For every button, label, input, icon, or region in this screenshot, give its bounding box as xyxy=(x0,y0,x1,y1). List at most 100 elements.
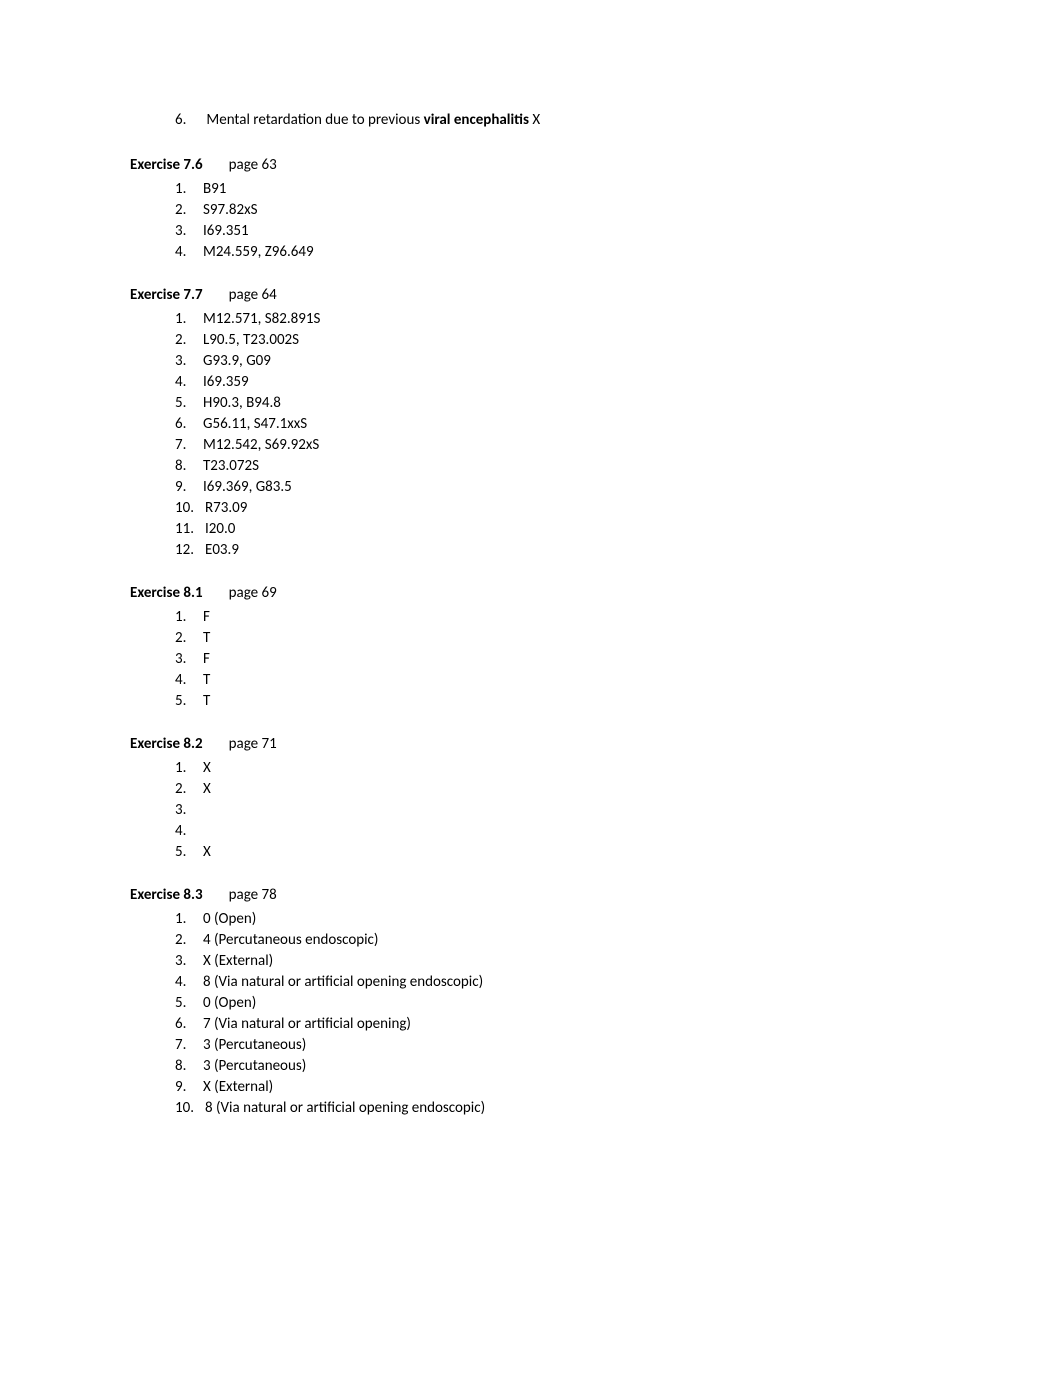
list-item: 4. xyxy=(175,821,962,842)
list-number: 10. xyxy=(175,1098,205,1119)
exercise-page-ref: page 69 xyxy=(229,584,277,602)
answer-list: 1.X2.X3.4.5.X xyxy=(175,758,962,863)
list-item: 5.H90.3, B94.8 xyxy=(175,393,962,414)
list-number: 3. xyxy=(175,649,203,670)
list-item: 3. xyxy=(175,800,962,821)
list-item: 2.L90.5, T23.002S xyxy=(175,330,962,351)
list-value: T xyxy=(203,692,210,710)
list-number: 9. xyxy=(175,1077,203,1098)
list-text-after: X xyxy=(529,111,540,129)
exercise-block: Exercise 8.3page 781.0 (Open)2.4 (Percut… xyxy=(130,885,962,1119)
list-item: 2.S97.82xS xyxy=(175,200,962,221)
list-value: X xyxy=(203,843,211,861)
list-number: 5. xyxy=(175,691,203,712)
document-page: 6. Mental retardation due to previous vi… xyxy=(0,0,1062,1377)
list-value: M24.559, Z96.649 xyxy=(203,243,314,261)
list-item: 1.X xyxy=(175,758,962,779)
exercise-title: Exercise 7.7 xyxy=(130,286,203,304)
list-value: I20.0 xyxy=(205,520,235,538)
list-item: 11.I20.0 xyxy=(175,519,962,540)
list-number: 4. xyxy=(175,242,203,263)
list-item: 10.R73.09 xyxy=(175,498,962,519)
list-item: 7.M12.542, S69.92xS xyxy=(175,435,962,456)
exercise-block: Exercise 8.2page 711.X2.X3.4.5.X xyxy=(130,734,962,863)
list-item: 9.X (External) xyxy=(175,1077,962,1098)
list-value: I69.351 xyxy=(203,222,249,240)
exercise-header: Exercise 8.1page 69 xyxy=(130,583,962,604)
answer-list: 1.0 (Open)2.4 (Percutaneous endoscopic)3… xyxy=(175,909,962,1119)
list-value: S97.82xS xyxy=(203,201,257,219)
leading-list-item: 6. Mental retardation due to previous vi… xyxy=(175,110,962,131)
list-value: 0 (Open) xyxy=(203,994,256,1012)
answer-list: 1.M12.571, S82.891S2.L90.5, T23.002S3.G9… xyxy=(175,309,962,561)
list-number: 4. xyxy=(175,372,203,393)
exercise-title: Exercise 7.6 xyxy=(130,156,203,174)
list-number: 8. xyxy=(175,456,203,477)
list-value: 7 (Via natural or artificial opening) xyxy=(203,1015,411,1033)
exercise-header: Exercise 8.2page 71 xyxy=(130,734,962,755)
list-number: 3. xyxy=(175,221,203,242)
list-value: 4 (Percutaneous endoscopic) xyxy=(203,931,378,949)
list-item: 5.T xyxy=(175,691,962,712)
list-value: I69.369, G83.5 xyxy=(203,478,292,496)
list-item: 1.B91 xyxy=(175,179,962,200)
list-number: 5. xyxy=(175,842,203,863)
list-number: 6. xyxy=(175,1014,203,1035)
answer-list: 1.F2.T3.F4.T5.T xyxy=(175,607,962,712)
list-value: 0 (Open) xyxy=(203,910,256,928)
list-item: 3.G93.9, G09 xyxy=(175,351,962,372)
list-value: 8 (Via natural or artificial opening end… xyxy=(205,1099,485,1117)
list-value: T xyxy=(203,629,210,647)
list-value: M12.542, S69.92xS xyxy=(203,436,319,454)
list-number: 12. xyxy=(175,540,205,561)
list-item: 6.7 (Via natural or artificial opening) xyxy=(175,1014,962,1035)
list-number: 1. xyxy=(175,758,203,779)
exercise-header: Exercise 7.7 page 64 xyxy=(130,285,962,306)
list-number: 2. xyxy=(175,930,203,951)
list-number: 2. xyxy=(175,628,203,649)
list-number: 7. xyxy=(175,435,203,456)
list-value: 8 (Via natural or artificial opening end… xyxy=(203,973,483,991)
list-item: 3.F xyxy=(175,649,962,670)
exercise-page-ref: page 78 xyxy=(229,886,277,904)
list-number: 3. xyxy=(175,951,203,972)
list-value: I69.359 xyxy=(203,373,249,391)
list-number: 5. xyxy=(175,993,203,1014)
list-item: 1.0 (Open) xyxy=(175,909,962,930)
list-item: 3.X (External) xyxy=(175,951,962,972)
list-number: 6. xyxy=(175,110,203,131)
list-item: 6.G56.11, S47.1xxS xyxy=(175,414,962,435)
list-text-bold: viral encephalitis xyxy=(424,111,529,129)
exercises-container: Exercise 7.6page 631.B912.S97.82xS3.I69.… xyxy=(130,155,962,1119)
exercise-page-ref: page 71 xyxy=(229,735,277,753)
list-number: 3. xyxy=(175,351,203,372)
list-value: X xyxy=(203,759,211,777)
list-value: T23.072S xyxy=(203,457,259,475)
list-value: F xyxy=(203,608,210,626)
exercise-block: Exercise 8.1page 691.F2.T3.F4.T5.T xyxy=(130,583,962,712)
list-item: 7.3 (Percutaneous) xyxy=(175,1035,962,1056)
list-value: X (External) xyxy=(203,952,273,970)
list-value: R73.09 xyxy=(205,499,247,517)
list-number: 2. xyxy=(175,779,203,800)
list-value: X xyxy=(203,780,211,798)
list-item: 4.I69.359 xyxy=(175,372,962,393)
list-number: 6. xyxy=(175,414,203,435)
list-number: 4. xyxy=(175,821,203,842)
list-value: 3 (Percutaneous) xyxy=(203,1036,306,1054)
exercise-header: Exercise 7.6page 63 xyxy=(130,155,962,176)
list-number: 11. xyxy=(175,519,205,540)
list-number: 1. xyxy=(175,179,203,200)
list-item: 2.T xyxy=(175,628,962,649)
exercise-block: Exercise 7.6page 63 1.B912.S97.82xS3.I69.… xyxy=(130,155,962,263)
list-number: 7. xyxy=(175,1035,203,1056)
list-number: 1. xyxy=(175,909,203,930)
list-item: 1.F xyxy=(175,607,962,628)
list-number: 9. xyxy=(175,477,203,498)
list-item: 3.I69.351 xyxy=(175,221,962,242)
list-value: M12.571, S82.891S xyxy=(203,310,320,328)
list-value: X (External) xyxy=(203,1078,273,1096)
list-item: 10.8 (Via natural or artificial opening … xyxy=(175,1098,962,1119)
exercise-page-ref: page 64 xyxy=(229,286,277,304)
list-item: 4.8 (Via natural or artificial opening e… xyxy=(175,972,962,993)
